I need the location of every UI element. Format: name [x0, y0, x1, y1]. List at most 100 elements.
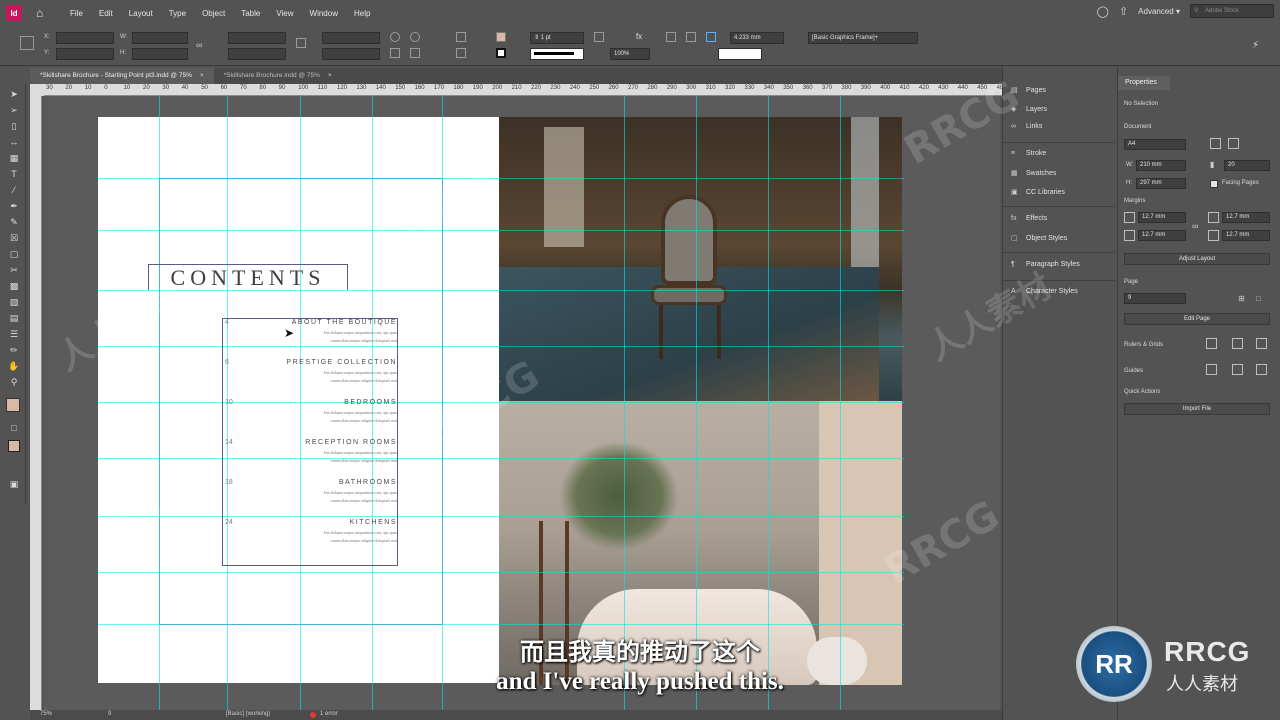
fill-swatch[interactable]	[496, 32, 506, 42]
stroke-panel-tab[interactable]: ≡ Stroke	[1011, 150, 1046, 157]
show-guides-icon[interactable]	[1206, 364, 1217, 375]
auto-fit-icon[interactable]	[706, 32, 716, 42]
tab-skillshare-brochure[interactable]: *Skillshare Brochure.indd @ 75% ×	[214, 68, 342, 84]
zoom-tool-icon[interactable]: ⚲	[8, 376, 20, 388]
hand-tool-icon[interactable]: ✋	[8, 360, 20, 372]
selection-tool-icon[interactable]: ➤	[8, 88, 20, 100]
menu-edit[interactable]: Edit	[91, 9, 121, 18]
select-content-icon[interactable]	[456, 48, 466, 58]
lock-guides-icon[interactable]	[1256, 364, 1267, 375]
column-guide[interactable]	[840, 96, 841, 710]
cc-libraries-panel-tab[interactable]: ▣ CC Libraries	[1011, 188, 1065, 196]
row-guide[interactable]	[98, 458, 904, 459]
new-page-icon[interactable]: ⊞	[1238, 294, 1249, 305]
margin-bottom-field[interactable]: 12.7 mm	[1138, 230, 1186, 241]
stroke-type-dropdown[interactable]	[530, 48, 584, 60]
x-field[interactable]	[56, 32, 114, 44]
horizontal-ruler[interactable]: 30 20 10 0 10 20 30 40 50 60 70 80 90 100 110 120 130 140…	[44, 84, 1002, 96]
offset-field[interactable]: 4.233 mm	[730, 32, 784, 44]
preflight-errors[interactable]: 1 error	[320, 711, 338, 717]
column-guide[interactable]	[624, 96, 625, 710]
direct-selection-tool-icon[interactable]: ➢	[8, 104, 20, 116]
page-selector[interactable]: 9	[108, 711, 111, 717]
opacity-field[interactable]: 100%	[610, 48, 650, 60]
smart-guides-icon[interactable]	[1232, 364, 1243, 375]
row-guide[interactable]	[98, 624, 904, 625]
home-icon[interactable]: ⌂	[36, 6, 50, 20]
delete-page-icon[interactable]: □	[1256, 294, 1267, 305]
close-icon[interactable]: ×	[328, 72, 332, 79]
import-file-button[interactable]: Import File	[1124, 403, 1270, 415]
page-number-dropdown[interactable]: 9	[1124, 293, 1186, 304]
y-field[interactable]	[56, 48, 114, 60]
fill-stroke-swatch-icon[interactable]	[6, 398, 20, 412]
preflight-profile[interactable]: [Basic] (working)	[226, 711, 270, 717]
lightning-icon[interactable]: ⚡	[1252, 40, 1259, 51]
w-field[interactable]	[132, 32, 188, 44]
menu-help[interactable]: Help	[346, 9, 378, 18]
menu-object[interactable]: Object	[194, 9, 233, 18]
object-styles-panel-tab[interactable]: ▢ Object Styles	[1011, 234, 1067, 242]
menu-layout[interactable]: Layout	[121, 9, 161, 18]
row-guide[interactable]	[98, 230, 904, 231]
screen-mode-icon[interactable]: ▣	[8, 478, 20, 490]
close-icon[interactable]: ×	[200, 72, 204, 79]
baseline-grid-icon[interactable]	[1232, 338, 1243, 349]
scale-x-field[interactable]	[228, 32, 286, 44]
stroke-weight-field[interactable]: ⇕ 1 pt	[530, 32, 584, 44]
frame-fitting-icon[interactable]	[686, 32, 696, 42]
scale-y-field[interactable]	[228, 48, 286, 60]
line-tool-icon[interactable]: ∕	[8, 184, 20, 196]
text-wrap-icon[interactable]	[594, 32, 604, 42]
effects-fx-icon[interactable]: fx	[636, 32, 646, 42]
workspace-switcher[interactable]: Advanced ▾	[1138, 7, 1180, 16]
scissors-tool-icon[interactable]: ✂	[8, 264, 20, 276]
pages-count-field[interactable]: 20	[1224, 160, 1270, 171]
h-field[interactable]	[132, 48, 188, 60]
free-transform-tool-icon[interactable]: ▩	[8, 280, 20, 292]
column-guide[interactable]	[768, 96, 769, 710]
rotation-angle-field[interactable]	[322, 32, 380, 44]
link-margins-icon[interactable]: ∞	[1192, 221, 1203, 232]
ruler-origin[interactable]	[30, 84, 44, 96]
gradient-tool-icon[interactable]: ▧	[8, 296, 20, 308]
document-grid-icon[interactable]	[1256, 338, 1267, 349]
formatting-container-icon[interactable]: □	[8, 422, 20, 434]
eyedropper-tool-icon[interactable]: ✏	[8, 344, 20, 356]
vertical-ruler[interactable]	[30, 96, 42, 710]
adobe-stock-search-input[interactable]: ⚲ Adobe Stock	[1190, 4, 1274, 18]
adjust-layout-button[interactable]: Adjust Layout	[1124, 253, 1270, 265]
column-guide[interactable]	[159, 96, 160, 710]
swatches-panel-tab[interactable]: ▦ Swatches	[1011, 169, 1056, 177]
margin-outside-field[interactable]: 12.7 mm	[1222, 230, 1270, 241]
margin-inside-field[interactable]: 12.7 mm	[1222, 212, 1270, 223]
menu-table[interactable]: Table	[233, 9, 268, 18]
rotate-ccw-icon[interactable]	[410, 32, 420, 42]
object-style-dropdown[interactable]: [Basic Graphics Frame]+	[808, 32, 918, 44]
column-guide[interactable]	[696, 96, 697, 710]
share-icon[interactable]: ⇧	[1119, 5, 1128, 18]
flip-vertical-icon[interactable]	[410, 48, 420, 58]
zoom-level[interactable]: 75%	[40, 711, 52, 717]
photo-chair-room[interactable]	[499, 117, 902, 401]
lightbulb-icon[interactable]: ◯	[1097, 5, 1109, 18]
rectangle-frame-tool-icon[interactable]: ☒	[8, 232, 20, 244]
color-field[interactable]	[718, 48, 762, 60]
row-guide[interactable]	[98, 346, 904, 347]
height-field[interactable]: 297 mm	[1136, 178, 1186, 189]
menu-type[interactable]: Type	[161, 9, 194, 18]
rulers-icon[interactable]	[1206, 338, 1217, 349]
align-icon[interactable]	[666, 32, 676, 42]
flip-horizontal-icon[interactable]	[390, 48, 400, 58]
pen-tool-icon[interactable]: ✒	[8, 200, 20, 212]
note-tool-icon[interactable]: ☰	[8, 328, 20, 340]
width-field[interactable]: 210 mm	[1136, 160, 1186, 171]
rotate-cw-icon[interactable]	[390, 32, 400, 42]
edit-page-button[interactable]: Edit Page	[1124, 313, 1270, 325]
type-tool-icon[interactable]: T	[8, 168, 20, 180]
page-size-dropdown[interactable]: A4	[1124, 139, 1186, 150]
apply-color-icon[interactable]	[8, 440, 20, 452]
toc-text-frame[interactable]: 4 ABOUT THE BOUTIQUE Unt dolupta sequat …	[222, 318, 398, 566]
menu-view[interactable]: View	[268, 9, 301, 18]
tab-starting-point-pt3[interactable]: *Skillshare Brochure - Starting Point pt…	[30, 68, 214, 84]
